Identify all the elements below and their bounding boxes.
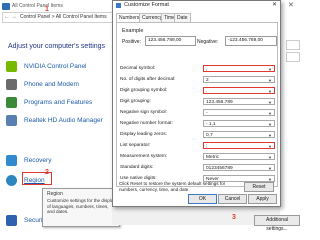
- region-dialog-edge: ✕: [280, 0, 300, 225]
- additional-settings-button[interactable]: Additional settings...: [254, 215, 300, 232]
- cp-item-realtek[interactable]: Realtek HD Audio Manager: [6, 114, 118, 128]
- audio-icon: [6, 115, 17, 126]
- address-path: Control Panel > All Control Panel Items: [20, 14, 107, 20]
- page-heading: Adjust your computer's settings: [8, 43, 106, 50]
- negative-sign-select[interactable]: - ▼: [203, 109, 275, 116]
- chevron-down-icon: ▼: [268, 67, 272, 72]
- region-field[interactable]: [286, 52, 300, 62]
- nvidia-icon: [6, 61, 17, 72]
- close-icon[interactable]: ✕: [288, 1, 294, 9]
- digits-after-decimal-select[interactable]: 2 ▼: [203, 76, 275, 83]
- chevron-down-icon: ▼: [268, 166, 272, 171]
- measurement-system-select[interactable]: Metric ▼: [203, 153, 275, 160]
- address-bar[interactable]: ← → Control Panel > All Control Panel It…: [2, 12, 116, 23]
- reset-button[interactable]: Reset: [244, 182, 274, 192]
- dialog-titlebar: Customize Format ✕: [113, 1, 280, 10]
- cp-item-label: NVIDIA Control Panel: [24, 63, 87, 70]
- row-leading-zeros: Display leading zeros: 0,7 ▼: [120, 131, 276, 139]
- negative-example: -123.456.789,00: [225, 36, 277, 46]
- row-standard-digits: Standard digits: 0123456789 ▼: [120, 164, 276, 172]
- tooltip-body: Customize settings for the display of la…: [47, 198, 116, 214]
- chevron-down-icon: ▼: [268, 111, 272, 116]
- tooltip-title: Region: [47, 191, 63, 197]
- standard-digits-select[interactable]: 0123456789 ▼: [203, 164, 275, 171]
- reset-note: Click Reset to restore the system defaul…: [119, 181, 226, 192]
- ok-button[interactable]: OK: [188, 194, 217, 204]
- cp-item-recovery[interactable]: Recovery: [6, 154, 118, 168]
- positive-label: Positive:: [122, 39, 141, 45]
- chevron-down-icon: ▼: [268, 100, 272, 105]
- positive-example: 123.456.789,00: [145, 36, 196, 46]
- customize-format-dialog: Customize Format ✕ Numbers Currency Time…: [112, 0, 281, 207]
- dialog-title: Customize Format: [124, 2, 169, 8]
- row-list-separator: List separator: ; ▼: [120, 142, 276, 150]
- negative-label: Negative:: [197, 39, 219, 45]
- region-tooltip: Region Customize settings for the displa…: [42, 188, 120, 227]
- cancel-button[interactable]: Cancel: [218, 194, 247, 204]
- digit-grouping-symbol-select[interactable]: . ▼: [203, 87, 275, 94]
- chevron-down-icon: ▼: [268, 144, 272, 149]
- standard-digits-label: Standard digits:: [120, 165, 154, 170]
- phone-icon: [6, 79, 17, 90]
- row-digits-after-decimal: No. of digits after decimal: 2 ▼: [120, 76, 276, 84]
- cp-item-label: Phone and Modem: [24, 81, 79, 88]
- control-panel-titlebar: All Control Panel Items: [2, 2, 116, 11]
- row-negative-sign: Negative sign symbol: - ▼: [120, 109, 276, 117]
- row-measurement-system: Measurement system: Metric ▼: [120, 153, 276, 161]
- numbers-panel: Example Positive: 123.456.789,00 Negativ…: [116, 22, 278, 187]
- negative-number-format-label: Negative number format:: [120, 121, 173, 126]
- close-icon[interactable]: ✕: [272, 1, 277, 8]
- cp-item-phone-modem[interactable]: Phone and Modem: [6, 78, 118, 92]
- apply-button[interactable]: Apply: [248, 194, 277, 204]
- chevron-down-icon: ▼: [268, 155, 272, 160]
- step-marker-1: 1: [45, 6, 49, 13]
- cp-item-programs[interactable]: Programs and Features: [6, 96, 118, 110]
- list-separator-label: List separator:: [120, 143, 151, 148]
- region-field[interactable]: [286, 40, 300, 50]
- digit-grouping-label: Digit grouping:: [120, 99, 151, 104]
- globe-icon: [6, 175, 17, 186]
- region-highlight-box: [22, 172, 52, 185]
- decimal-symbol-label: Decimal symbol:: [120, 66, 156, 71]
- control-panel-icon: [2, 3, 10, 10]
- row-negative-number-format: Negative number format: - 1,1 ▼: [120, 120, 276, 128]
- list-separator-select[interactable]: ; ▼: [203, 142, 275, 149]
- control-panel-window: All Control Panel Items ← → Control Pane…: [0, 0, 120, 227]
- digit-grouping-select[interactable]: 123.456.789 ▼: [203, 98, 275, 105]
- chevron-down-icon: ▼: [268, 122, 272, 127]
- dialog-icon: [116, 3, 121, 8]
- step-marker-3: 3: [232, 214, 236, 221]
- digits-after-decimal-label: No. of digits after decimal:: [120, 77, 176, 82]
- chevron-down-icon: ▼: [268, 89, 272, 94]
- back-arrow-icon[interactable]: ←: [4, 14, 10, 20]
- cp-item-label: Recovery: [24, 157, 52, 164]
- flag-icon: [6, 215, 17, 226]
- control-panel-title: All Control Panel Items: [12, 3, 63, 9]
- digit-grouping-symbol-label: Digit grouping symbol:: [120, 88, 168, 93]
- programs-icon: [6, 97, 17, 108]
- chevron-down-icon: ▼: [268, 133, 272, 138]
- recovery-icon: [6, 155, 17, 166]
- row-digit-grouping: Digit grouping: 123.456.789 ▼: [120, 98, 276, 106]
- negative-number-format-select[interactable]: - 1,1 ▼: [203, 120, 275, 127]
- leading-zeros-select[interactable]: 0,7 ▼: [203, 131, 275, 138]
- forward-arrow-icon[interactable]: →: [11, 14, 17, 20]
- cp-item-label: Realtek HD Audio Manager: [24, 117, 103, 124]
- example-label: Example: [122, 28, 144, 34]
- cp-item-label: Programs and Features: [24, 99, 93, 106]
- decimal-symbol-select[interactable]: , ▼: [203, 65, 275, 72]
- negative-sign-label: Negative sign symbol:: [120, 110, 167, 115]
- leading-zeros-label: Display leading zeros:: [120, 132, 167, 137]
- measurement-system-label: Measurement system:: [120, 154, 168, 159]
- chevron-down-icon: ▼: [268, 78, 272, 83]
- row-decimal-symbol: Decimal symbol: , ▼: [120, 65, 276, 73]
- cp-item-nvidia[interactable]: NVIDIA Control Panel: [6, 60, 118, 74]
- row-digit-grouping-symbol: Digit grouping symbol: . ▼: [120, 87, 276, 95]
